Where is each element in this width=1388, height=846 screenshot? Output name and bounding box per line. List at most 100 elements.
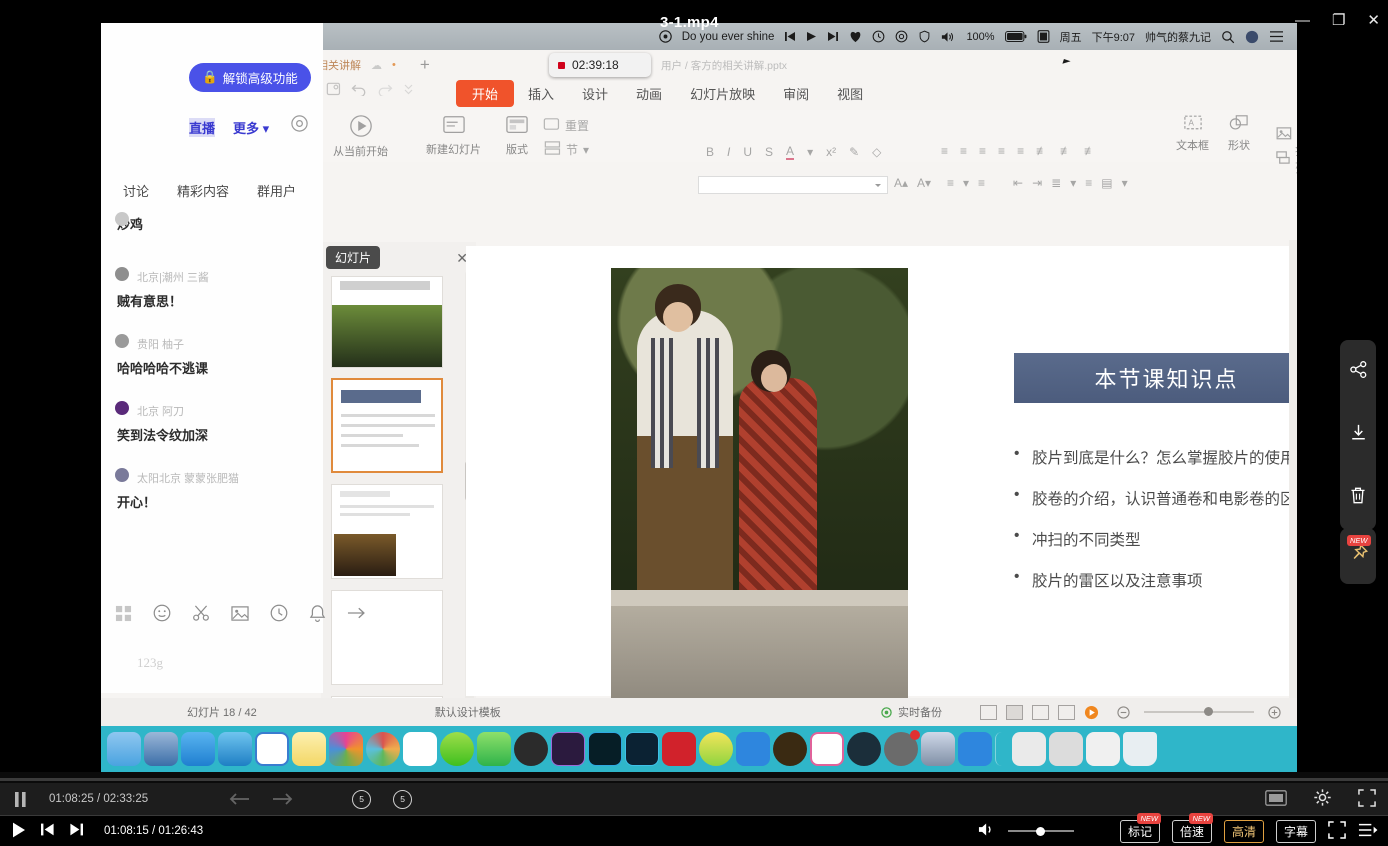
ribbon-group-arrange[interactable]: 排列 ▾ <box>1275 142 1297 176</box>
heart-icon[interactable] <box>849 31 862 43</box>
image-icon[interactable] <box>231 605 249 627</box>
dock-icon-quicktime[interactable] <box>847 732 881 766</box>
slide-thumbnail-item-selected[interactable] <box>331 378 443 473</box>
dock-icon-tencent-meeting[interactable] <box>403 732 437 766</box>
zoom-control[interactable] <box>1117 706 1281 719</box>
superscript-icon[interactable]: x² <box>826 145 836 159</box>
next-icon[interactable] <box>69 823 84 839</box>
font-size-controls[interactable]: A▴ A▾ <box>894 176 931 190</box>
ribbon-group-reset[interactable]: 重置 <box>543 116 589 135</box>
bell-icon[interactable] <box>309 604 326 627</box>
chat-tab-more[interactable]: 更多 ▾ <box>233 118 269 137</box>
dropbox-icon[interactable] <box>895 30 908 43</box>
dock-icon-lightroom[interactable] <box>625 732 659 766</box>
trash-icon[interactable] <box>1349 486 1367 510</box>
list-item[interactable]: 北京 阿刀 笑到法令纹加深 <box>101 403 323 444</box>
zoom-slider[interactable] <box>1144 711 1254 713</box>
list-item[interactable]: 北京|潮州 三酱 贼有意思！ <box>101 269 323 310</box>
gear-icon[interactable] <box>290 114 309 136</box>
line-spacing-caret-icon[interactable]: ▾ <box>1070 176 1076 190</box>
siri-icon[interactable] <box>1245 30 1259 44</box>
increase-font-icon[interactable]: A▴ <box>894 176 908 190</box>
paragraph-align-buttons[interactable]: ≡ ≡ ≡ ≡ ≡ ≢ ≢ ≢ <box>941 144 1096 158</box>
slide-title[interactable]: 本节课知识点 <box>1014 353 1297 403</box>
next-track-icon[interactable] <box>827 31 839 42</box>
grid-icon[interactable] <box>115 605 132 627</box>
slide-thumbnail-item[interactable] <box>331 484 443 579</box>
dock-icon-safari[interactable] <box>218 732 252 766</box>
prev-icon[interactable] <box>40 823 55 839</box>
paragraph-spacing-icon[interactable]: ≡ <box>1085 176 1092 190</box>
slide-photo[interactable] <box>611 268 908 708</box>
close-button[interactable]: ✕ <box>1367 14 1380 28</box>
ribbon-tab-review[interactable]: 审阅 <box>769 80 823 107</box>
floating-pin-toolbar[interactable]: NEW <box>1340 528 1376 584</box>
normal-view-icon[interactable] <box>980 705 997 720</box>
section-caret-icon[interactable]: ▾ <box>583 143 589 157</box>
dock-icon-photos[interactable] <box>329 732 363 766</box>
align-center-icon[interactable]: ≡ <box>960 144 967 158</box>
chat-message-list[interactable]: 炒鸡 北京|潮州 三酱 贼有意思！ 贵阳 柚子 哈哈哈哈不逃课 北京 阿刀 笑到… <box>101 208 323 537</box>
shield-icon[interactable] <box>918 30 931 43</box>
bold-button[interactable]: B <box>706 145 714 159</box>
font-color-caret-icon[interactable]: ▾ <box>807 145 813 159</box>
dock-icon-qq-penguin[interactable] <box>514 732 548 766</box>
font-format-buttons[interactable]: B I U S A ▾ x² ✎ ◇ <box>706 144 881 160</box>
text-direction-caret-icon[interactable]: ▾ <box>1122 176 1128 190</box>
ribbon-group-section[interactable]: 节 ▾ <box>544 140 589 159</box>
dock-icon-wechat[interactable] <box>477 732 511 766</box>
chat-section-tabs[interactable]: 讨论 精彩内容 群用户 <box>101 181 323 200</box>
chat-tab-live[interactable]: 直播 <box>189 118 215 137</box>
pause-icon[interactable] <box>14 792 27 807</box>
dock-icon-screen-capture[interactable] <box>884 732 918 766</box>
outline-view-icon[interactable] <box>1006 705 1023 720</box>
outer-control-bar[interactable]: 01:08:25 / 02:33:25 5 5 <box>0 783 1388 815</box>
slide-bullet-item[interactable]: 冲扫的不同类型 <box>1014 528 1297 550</box>
prev-track-icon[interactable] <box>784 31 796 42</box>
search-icon[interactable] <box>1221 30 1235 44</box>
print-icon[interactable] <box>326 82 341 96</box>
emoji-icon[interactable] <box>153 604 171 627</box>
dock-icon-trash[interactable] <box>1123 732 1157 766</box>
dock-icon-notes[interactable] <box>292 732 326 766</box>
dock-icon-player[interactable] <box>440 732 474 766</box>
ribbon-tab-animation[interactable]: 动画 <box>622 80 676 107</box>
skip-forward-5-button[interactable]: 5 <box>393 790 412 809</box>
number-list-icon[interactable]: ≡ <box>978 176 985 190</box>
align-left-icon[interactable]: ≡ <box>941 144 948 158</box>
live-chat-panel[interactable]: 🔒 解锁高级功能 直播 更多 ▾ 讨论 精彩内容 群用户 炒鸡 <box>101 23 323 693</box>
dock-icon-premiere[interactable] <box>551 732 585 766</box>
sorter-view-icon[interactable] <box>1032 705 1049 720</box>
forward-icon[interactable] <box>272 793 294 805</box>
speed-button[interactable]: 倍速 NEW <box>1172 820 1212 843</box>
chat-toolbar[interactable] <box>101 604 323 627</box>
video-player-controls[interactable]: 01:08:25 / 02:33:25 5 5 01:08:15 / 01:26… <box>0 772 1388 846</box>
scissors-icon[interactable] <box>192 604 210 627</box>
inner-control-bar[interactable]: 01:08:15 / 01:26:43 标记 NEW 倍速 NEW 高清 字幕 <box>0 816 1388 846</box>
decrease-font-icon[interactable]: A▾ <box>917 176 931 190</box>
redo-icon[interactable] <box>377 82 393 96</box>
dock-icon-keep[interactable] <box>662 732 696 766</box>
slide-bullet-item[interactable]: 胶片到底是什么？怎么掌握胶片的使用 <box>1014 446 1297 468</box>
pin-icon[interactable]: NEW <box>1348 543 1369 569</box>
new-document-tab-button[interactable]: + <box>420 55 430 75</box>
play-icon[interactable] <box>12 822 26 841</box>
ribbon-group-textbox[interactable]: A 文本框 <box>1176 114 1209 153</box>
clock-icon[interactable] <box>872 30 885 43</box>
italic-button[interactable]: I <box>727 145 730 159</box>
format-painter-icon[interactable]: ✎ <box>849 145 859 159</box>
dock-icon-minimized-window-3[interactable] <box>1086 732 1120 766</box>
ribbon-group-layout[interactable]: 版式 <box>505 114 529 157</box>
slide-thumbnail-panel[interactable]: ✕ <box>321 242 476 726</box>
clock-icon[interactable] <box>270 604 288 627</box>
line-spacing-icon[interactable]: ≣ <box>1051 176 1061 190</box>
align-top-icon[interactable]: ≢ <box>1036 144 1048 158</box>
mark-button[interactable]: 标记 NEW <box>1120 820 1160 843</box>
dock-icon-app-store[interactable] <box>181 732 215 766</box>
ribbon-group-new-slide[interactable]: 新建幻灯片 <box>426 114 481 157</box>
volume-icon[interactable] <box>978 822 996 840</box>
text-direction-icon[interactable]: ▤ <box>1101 176 1112 190</box>
inner-right-controls[interactable]: 标记 NEW 倍速 NEW 高清 字幕 <box>978 820 1378 843</box>
dock-icon-wps-writer[interactable] <box>736 732 770 766</box>
dock-icon-thunder[interactable] <box>773 732 807 766</box>
